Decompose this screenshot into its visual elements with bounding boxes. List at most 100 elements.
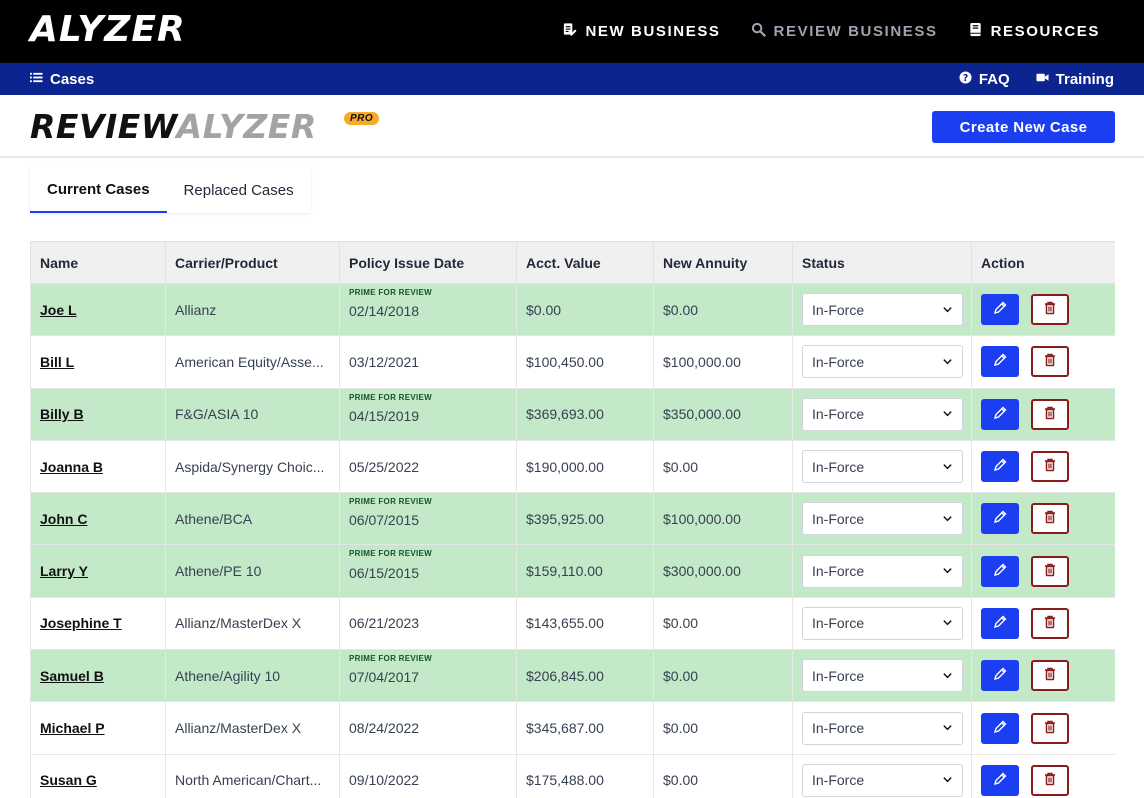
column-header-status[interactable]: Status xyxy=(792,241,972,284)
case-name-link[interactable]: Joe L xyxy=(40,302,77,318)
status-select[interactable]: In-Force xyxy=(802,554,963,588)
row-actions xyxy=(981,503,1106,535)
cell-carrier: Aspida/Synergy Choic... xyxy=(165,439,340,494)
trash-icon xyxy=(1042,457,1058,476)
status-select[interactable]: In-Force xyxy=(802,711,963,745)
list-icon xyxy=(30,71,43,88)
cell-carrier: Athene/BCA xyxy=(165,492,340,546)
cell-status: In-Force xyxy=(792,544,972,598)
status-select[interactable]: In-Force xyxy=(802,763,963,797)
table-body: Joe L Allianz PRIME FOR REVIEW 02/14/2018 $0… xyxy=(30,282,1115,798)
edit-button[interactable] xyxy=(981,294,1019,326)
cell-carrier: American Equity/Asse... xyxy=(165,335,340,389)
edit-button[interactable] xyxy=(981,451,1019,483)
table-header-row: Name Carrier/Product Policy Issue Date A… xyxy=(30,241,1115,284)
delete-button[interactable] xyxy=(1031,294,1069,326)
svg-text:?: ? xyxy=(963,72,968,83)
edit-button[interactable] xyxy=(981,503,1019,535)
status-select[interactable]: In-Force xyxy=(802,345,963,379)
status-select[interactable]: In-Force xyxy=(802,293,963,327)
column-header-carrier[interactable]: Carrier/Product xyxy=(165,241,340,284)
edit-button[interactable] xyxy=(981,712,1019,744)
column-header-name[interactable]: Name xyxy=(30,241,166,284)
edit-button[interactable] xyxy=(981,660,1019,692)
cell-carrier: Athene/Agility 10 xyxy=(165,649,340,703)
edit-button[interactable] xyxy=(981,346,1019,378)
status-select[interactable]: In-Force xyxy=(802,659,963,693)
cell-acct-value: $0.00 xyxy=(516,282,654,337)
cell-status: In-Force xyxy=(792,596,972,651)
case-name-link[interactable]: Susan G xyxy=(40,772,97,788)
case-name-link[interactable]: Josephine T xyxy=(40,615,122,631)
cell-name: Joe L xyxy=(30,282,166,337)
pro-badge: PRO xyxy=(344,112,380,125)
column-header-action: Action xyxy=(971,241,1115,284)
tab-current-cases[interactable]: Current Cases xyxy=(30,167,167,213)
cell-name: Samuel B xyxy=(30,649,166,703)
delete-button[interactable] xyxy=(1031,451,1069,483)
nav-resources[interactable]: RESOURCES xyxy=(968,22,1100,41)
magnifier-icon xyxy=(751,22,766,41)
case-name-link[interactable]: Billy B xyxy=(40,406,84,422)
table-row: Joanna B Aspida/Synergy Choic... 05/25/202… xyxy=(30,439,1115,494)
trash-icon xyxy=(1042,352,1058,371)
status-select-value: In-Force xyxy=(812,615,865,632)
row-actions xyxy=(981,712,1106,744)
delete-button[interactable] xyxy=(1031,346,1069,378)
delete-button[interactable] xyxy=(1031,555,1069,587)
case-name-link[interactable]: Samuel B xyxy=(40,668,104,684)
delete-button[interactable] xyxy=(1031,712,1069,744)
table-row: Samuel B Athene/Agility 10 PRIME FOR REVIE… xyxy=(30,649,1115,703)
chevron-down-icon xyxy=(942,511,953,527)
delete-button[interactable] xyxy=(1031,764,1069,796)
edit-button[interactable] xyxy=(981,764,1019,796)
issue-date-value: 04/15/2019 xyxy=(349,407,420,424)
help-links: ? FAQ Training xyxy=(959,63,1114,95)
pencil-icon xyxy=(992,719,1008,738)
tab-replaced-cases[interactable]: Replaced Cases xyxy=(167,167,311,213)
case-name-link[interactable]: Larry Y xyxy=(40,563,88,579)
chevron-down-icon xyxy=(942,459,953,475)
cell-issue-date: 09/10/2022 xyxy=(339,753,517,798)
app-logo[interactable]: ALYZER xyxy=(30,9,186,50)
cell-carrier: Allianz/MasterDex X xyxy=(165,596,340,651)
nav-review-business[interactable]: REVIEW BUSINESS xyxy=(751,22,938,41)
case-name-link[interactable]: Michael P xyxy=(40,720,105,736)
column-header-acct-value[interactable]: Acct. Value xyxy=(516,241,654,284)
status-select-value: In-Force xyxy=(812,772,865,789)
row-actions xyxy=(981,607,1106,639)
cases-table-container: Name Carrier/Product Policy Issue Date A… xyxy=(30,241,1115,798)
document-pen-icon xyxy=(562,22,578,41)
column-header-issue-date[interactable]: Policy Issue Date xyxy=(339,241,517,284)
delete-button[interactable] xyxy=(1031,398,1069,430)
case-name-link[interactable]: Joanna B xyxy=(40,459,103,475)
delete-button[interactable] xyxy=(1031,503,1069,535)
status-select[interactable]: In-Force xyxy=(802,397,963,431)
edit-button[interactable] xyxy=(981,398,1019,430)
cell-new-annuity: $0.00 xyxy=(653,649,793,703)
column-header-new-annuity[interactable]: New Annuity xyxy=(653,241,793,284)
pencil-icon xyxy=(992,562,1008,581)
edit-button[interactable] xyxy=(981,607,1019,639)
cell-status: In-Force xyxy=(792,335,972,389)
nav-new-business[interactable]: NEW BUSINESS xyxy=(562,22,720,41)
status-select[interactable]: In-Force xyxy=(802,450,963,484)
chevron-down-icon xyxy=(942,720,953,736)
cell-new-annuity: $100,000.00 xyxy=(653,335,793,389)
delete-button[interactable] xyxy=(1031,660,1069,692)
case-name-link[interactable]: John C xyxy=(40,511,87,527)
create-new-case-button[interactable]: Create New Case xyxy=(932,111,1115,143)
nav-new-business-label: NEW BUSINESS xyxy=(585,23,721,40)
cases-menu[interactable]: Cases xyxy=(30,63,94,95)
case-name-link[interactable]: Bill L xyxy=(40,354,74,370)
delete-button[interactable] xyxy=(1031,607,1069,639)
row-actions xyxy=(981,451,1106,483)
edit-button[interactable] xyxy=(981,555,1019,587)
status-select[interactable]: In-Force xyxy=(802,606,963,640)
status-select[interactable]: In-Force xyxy=(802,502,963,536)
table-row: Susan G North American/Chart... 09/10/2022… xyxy=(30,753,1115,798)
training-link[interactable]: Training xyxy=(1036,71,1114,88)
faq-link[interactable]: ? FAQ xyxy=(959,71,1010,88)
status-select-value: In-Force xyxy=(812,720,865,737)
trash-icon xyxy=(1042,562,1058,581)
